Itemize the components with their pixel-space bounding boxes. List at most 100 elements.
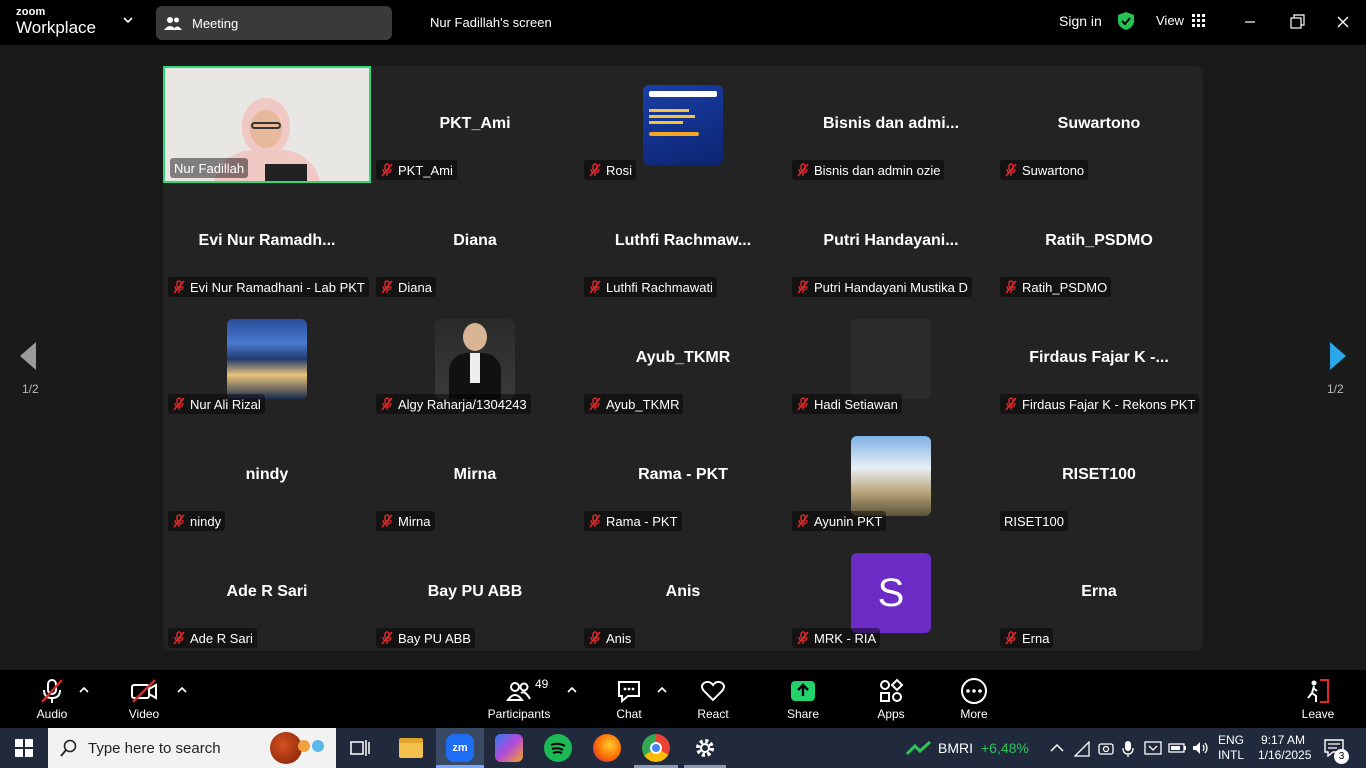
mic-muted-icon — [589, 280, 601, 294]
chrome-icon[interactable] — [642, 734, 670, 762]
participant-display-name: Ratih_PSDMO — [1045, 232, 1153, 249]
mic-muted-icon — [797, 514, 809, 528]
taskbar-search-placeholder: Type here to search — [88, 739, 221, 757]
participant-tile[interactable]: Luthfi Rachmaw... Luthfi Rachmawati — [579, 183, 787, 300]
microphone-muted-icon — [41, 679, 63, 703]
tab-meeting[interactable]: Meeting — [156, 6, 392, 40]
participants-options-caret-icon[interactable] — [567, 686, 577, 694]
chevron-down-icon[interactable] — [122, 14, 134, 26]
video-options-caret-icon[interactable] — [177, 686, 187, 694]
mic-muted-icon — [797, 280, 809, 294]
display-tray-icon[interactable] — [1144, 740, 1162, 756]
participant-tile[interactable]: RISET100 RISET100 — [995, 417, 1203, 534]
file-explorer-icon[interactable] — [399, 738, 423, 758]
participant-tile[interactable]: Ade R Sari Ade R Sari — [163, 534, 371, 651]
participant-tile[interactable]: Rama - PKT Rama - PKT — [579, 417, 787, 534]
participant-tile[interactable]: Hadi Setiawan — [787, 300, 995, 417]
mic-muted-icon — [589, 397, 601, 411]
microphone-tray-icon[interactable] — [1121, 740, 1135, 757]
participant-name-label: Suwartono — [1000, 160, 1089, 180]
camera-tray-icon[interactable] — [1098, 740, 1114, 756]
sign-in-link[interactable]: Sign in — [1059, 13, 1102, 29]
audio-button[interactable]: Audio — [30, 675, 74, 721]
previous-page-icon[interactable] — [18, 340, 38, 372]
participant-name: Erna — [1022, 630, 1050, 646]
share-button[interactable]: Share — [782, 675, 824, 721]
language-indicator[interactable]: ENG INTL — [1218, 733, 1244, 763]
windows-start-icon[interactable] — [15, 739, 33, 757]
audio-options-caret-icon[interactable] — [79, 686, 89, 694]
mic-muted-icon — [589, 163, 601, 177]
participant-tile[interactable]: Putri Handayani... Putri Handayani Mustik… — [787, 183, 995, 300]
task-view-icon[interactable] — [350, 739, 370, 757]
participant-tile[interactable]: Bisnis dan admi... Bisnis dan admin ozie — [787, 66, 995, 183]
participant-name: Nur Ali Rizal — [190, 396, 261, 412]
more-button[interactable]: More — [953, 675, 995, 721]
participant-tile[interactable]: Diana Diana — [371, 183, 579, 300]
wifi-icon[interactable] — [1074, 741, 1090, 757]
mic-muted-icon — [589, 631, 601, 645]
participants-count: 49 — [535, 677, 549, 691]
participant-tile[interactable]: Nur Fadillah — [163, 66, 371, 183]
settings-gear-icon[interactable] — [693, 736, 717, 760]
participant-tile[interactable]: Ayunin PKT — [787, 417, 995, 534]
notification-badge: 3 — [1334, 749, 1349, 764]
zoom-app-icon[interactable]: zm — [446, 734, 474, 762]
spotify-icon[interactable] — [544, 734, 572, 762]
share-screen-icon — [791, 681, 815, 701]
participant-tile[interactable]: Rosi — [579, 66, 787, 183]
tab-meeting-label: Meeting — [192, 15, 239, 31]
participant-name: Firdaus Fajar K - Rekons PKT — [1022, 396, 1196, 412]
react-button[interactable]: React — [692, 675, 734, 721]
mic-muted-icon — [173, 631, 185, 645]
clock[interactable]: 9:17 AM 1/16/2025 — [1258, 733, 1312, 763]
more-dots-icon — [961, 678, 987, 704]
participant-tile[interactable]: Anis Anis — [579, 534, 787, 651]
participant-name-label: Algy Raharja/1304243 — [376, 394, 531, 414]
participant-tile[interactable]: Mirna Mirna — [371, 417, 579, 534]
stock-widget[interactable]: BMRI +6,48% — [906, 728, 1029, 768]
participants-button[interactable]: 49 Participants — [484, 675, 554, 721]
clock-date: 1/16/2025 — [1258, 748, 1312, 762]
chat-button[interactable]: Chat — [608, 675, 650, 721]
video-button[interactable]: Video — [122, 675, 166, 721]
participant-tile[interactable]: Nur Ali Rizal — [163, 300, 371, 417]
participant-name-label: MRK - RIA — [792, 628, 881, 648]
view-button[interactable]: View — [1156, 13, 1205, 28]
taskbar-search-box[interactable]: Type here to search — [48, 728, 336, 768]
participant-tile[interactable]: Evi Nur Ramadh... Evi Nur Ramadhani - Lab… — [163, 183, 371, 300]
participant-tile[interactable]: Ayub_TKMR Ayub_TKMR — [579, 300, 787, 417]
close-icon[interactable] — [1333, 12, 1353, 32]
participant-tile[interactable]: PKT_Ami PKT_Ami — [371, 66, 579, 183]
participant-tile[interactable]: Firdaus Fajar K -... Firdaus Fajar K - Re… — [995, 300, 1203, 417]
camera-off-icon — [131, 679, 157, 703]
battery-icon[interactable] — [1168, 740, 1188, 756]
chat-options-caret-icon[interactable] — [657, 686, 667, 694]
shield-check-icon[interactable] — [1117, 11, 1135, 31]
firefox-icon[interactable] — [593, 734, 621, 762]
apps-button[interactable]: Apps — [870, 675, 912, 721]
next-page-icon[interactable] — [1328, 340, 1348, 372]
volume-icon[interactable] — [1192, 740, 1210, 756]
participant-tile[interactable]: Algy Raharja/1304243 — [371, 300, 579, 417]
participant-tile[interactable]: S MRK - RIA — [787, 534, 995, 651]
participant-name-label: Ayub_TKMR — [584, 394, 684, 414]
participant-tile[interactable]: nindy nindy — [163, 417, 371, 534]
participant-display-name: Firdaus Fajar K -... — [1029, 349, 1169, 366]
apps-label: Apps — [877, 707, 905, 721]
participant-tile[interactable]: Bay PU ABB Bay PU ABB — [371, 534, 579, 651]
minimize-icon[interactable] — [1240, 12, 1260, 32]
participant-display-name: Rama - PKT — [638, 466, 728, 483]
participant-tile[interactable]: Erna Erna — [995, 534, 1203, 651]
people-icon — [164, 17, 182, 30]
chat-bubble-icon — [618, 681, 640, 704]
factory-sky-image — [851, 436, 931, 516]
participant-tile[interactable]: Ratih_PSDMO Ratih_PSDMO — [995, 183, 1203, 300]
copilot-icon[interactable] — [495, 734, 523, 762]
participant-tile[interactable]: Suwartono Suwartono — [995, 66, 1203, 183]
tray-overflow-caret-icon[interactable] — [1050, 743, 1064, 753]
react-label: React — [697, 707, 729, 721]
chat-label: Chat — [616, 707, 642, 721]
restore-icon[interactable] — [1287, 12, 1307, 32]
leave-button[interactable]: Leave — [1297, 675, 1339, 721]
